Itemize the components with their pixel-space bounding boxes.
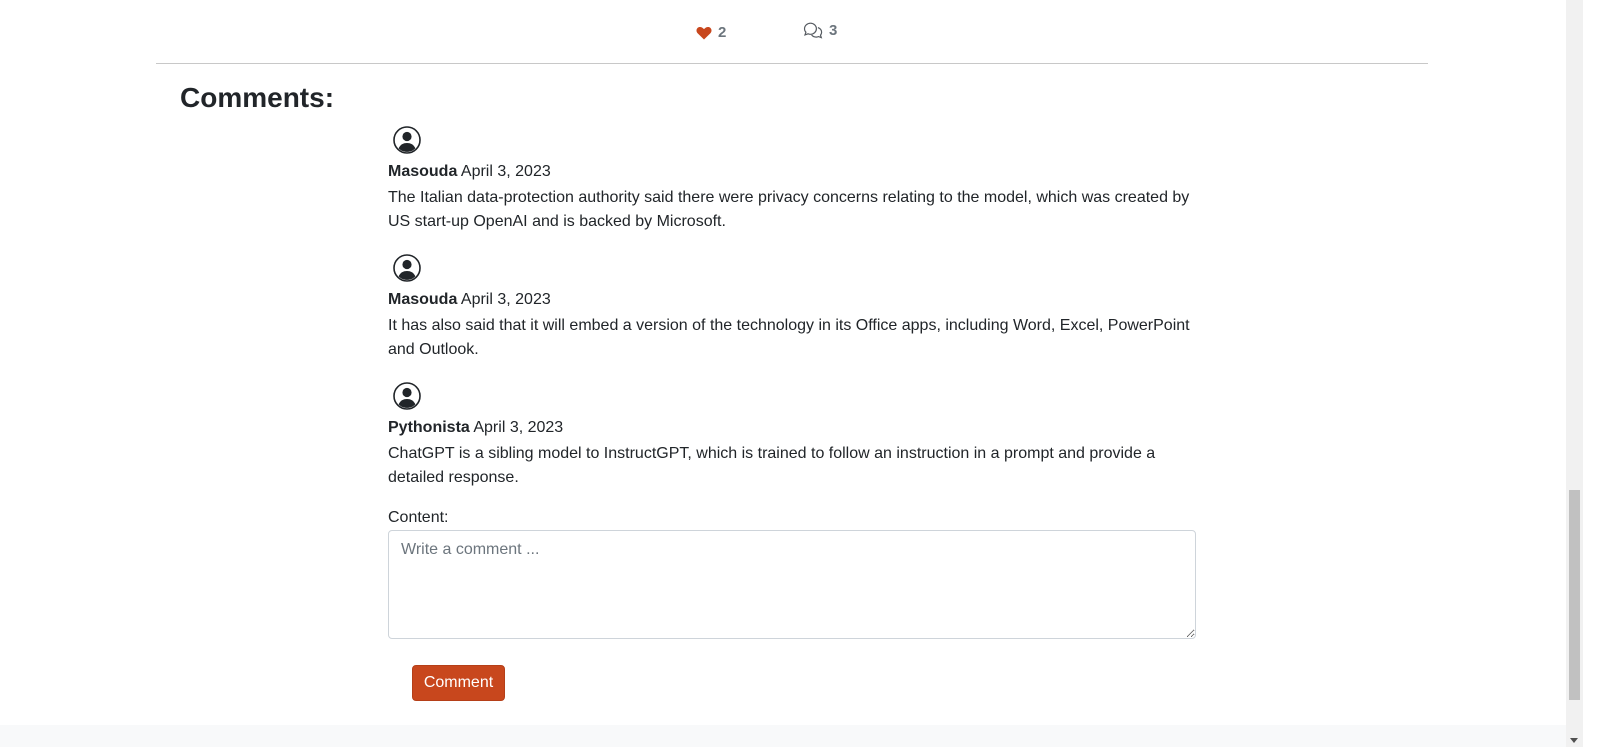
comment-author: Masouda xyxy=(388,163,458,180)
scroll-down-arrow-icon[interactable] xyxy=(1570,738,1578,743)
comment-date: April 3, 2023 xyxy=(460,163,551,180)
footer xyxy=(0,725,1583,747)
comment-body: The Italian data-protection authority sa… xyxy=(388,189,1190,230)
comments-list: Masouda April 3, 2023 The Italian data-p… xyxy=(388,126,1198,510)
comment-author: Pythonista xyxy=(388,419,470,436)
comments-count-button[interactable]: 3 xyxy=(803,22,837,39)
comment-body: It has also said that it will embed a ve… xyxy=(388,317,1190,358)
page: 2 3 Comments: Masouda April 3, 2023 The … xyxy=(0,0,1583,747)
user-avatar-icon xyxy=(393,126,421,154)
comment-item: Masouda April 3, 2023 It has also said t… xyxy=(388,254,1198,382)
comment-input[interactable] xyxy=(388,530,1196,639)
comment-date: April 3, 2023 xyxy=(460,291,551,308)
content-label: Content: xyxy=(388,509,449,526)
chat-bubbles-icon xyxy=(803,22,823,39)
comment-item: Pythonista April 3, 2023 ChatGPT is a si… xyxy=(388,382,1198,510)
comments-count: 3 xyxy=(829,22,838,39)
divider xyxy=(156,63,1428,64)
comment-author: Masouda xyxy=(388,291,458,308)
scrollbar-thumb[interactable] xyxy=(1569,490,1580,700)
post-stats: 2 3 xyxy=(0,20,1583,46)
comment-submit-button[interactable]: Comment xyxy=(412,665,505,701)
user-avatar-icon xyxy=(393,254,421,282)
user-avatar-icon xyxy=(393,382,421,410)
vertical-scrollbar[interactable] xyxy=(1566,0,1583,747)
comment-date: April 3, 2023 xyxy=(473,419,564,436)
comments-heading: Comments: xyxy=(180,82,335,113)
heart-icon xyxy=(696,26,712,40)
comment-body: ChatGPT is a sibling model to InstructGP… xyxy=(388,445,1156,486)
comment-item: Masouda April 3, 2023 The Italian data-p… xyxy=(388,126,1198,254)
like-button[interactable]: 2 xyxy=(696,24,726,41)
likes-count: 2 xyxy=(718,24,727,41)
